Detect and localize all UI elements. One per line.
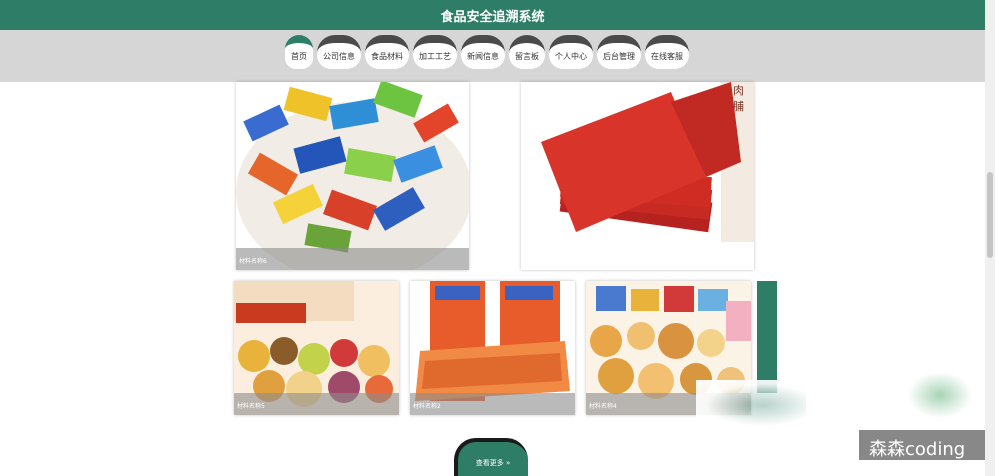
nav-menu: 首页 公司信息 食品材料 加工工艺 新闻信息 留言板 个人中心 后台管理 在线客… [285,35,689,69]
site-title: 食品安全追溯系统 [440,10,545,25]
header-bar: 食品安全追溯系统 [0,0,985,30]
material-card[interactable]: 材料名称5 [234,281,399,415]
nav-bar: 首页 公司信息 食品材料 加工工艺 新闻信息 留言板 个人中心 后台管理 在线客… [0,30,985,82]
view-more-button[interactable]: 查看更多 » [454,438,528,476]
nav-item-admin[interactable]: 后台管理 [597,35,641,69]
nav-item-home[interactable]: 首页 [285,35,313,69]
svg-text:脯: 脯 [733,100,744,113]
material-card[interactable]: 材料名称6 [236,82,469,270]
material-caption: 材料名称6 [236,248,469,270]
blurred-overlay [696,380,806,430]
watermark: 森森coding [859,430,985,460]
accent-strip [757,281,777,393]
candy-image [236,82,469,270]
svg-text:肉: 肉 [733,84,744,97]
material-card[interactable]: 肉 脯 [521,82,754,270]
nav-item-news[interactable]: 新闻信息 [461,35,505,69]
nav-item-profile[interactable]: 个人中心 [549,35,593,69]
nav-item-messages[interactable]: 留言板 [509,35,545,69]
scrollbar-thumb[interactable] [987,172,993,258]
blurred-overlay [905,370,975,420]
material-card[interactable]: 材料名称2 [410,281,575,415]
nav-item-materials[interactable]: 食品材料 [365,35,409,69]
material-caption: 材料名称2 [410,393,575,415]
material-caption: 材料名称5 [234,393,399,415]
nav-item-support[interactable]: 在线客服 [645,35,689,69]
nav-item-company[interactable]: 公司信息 [317,35,361,69]
nav-item-process[interactable]: 加工工艺 [413,35,457,69]
jerky-image: 肉 脯 [521,82,754,270]
